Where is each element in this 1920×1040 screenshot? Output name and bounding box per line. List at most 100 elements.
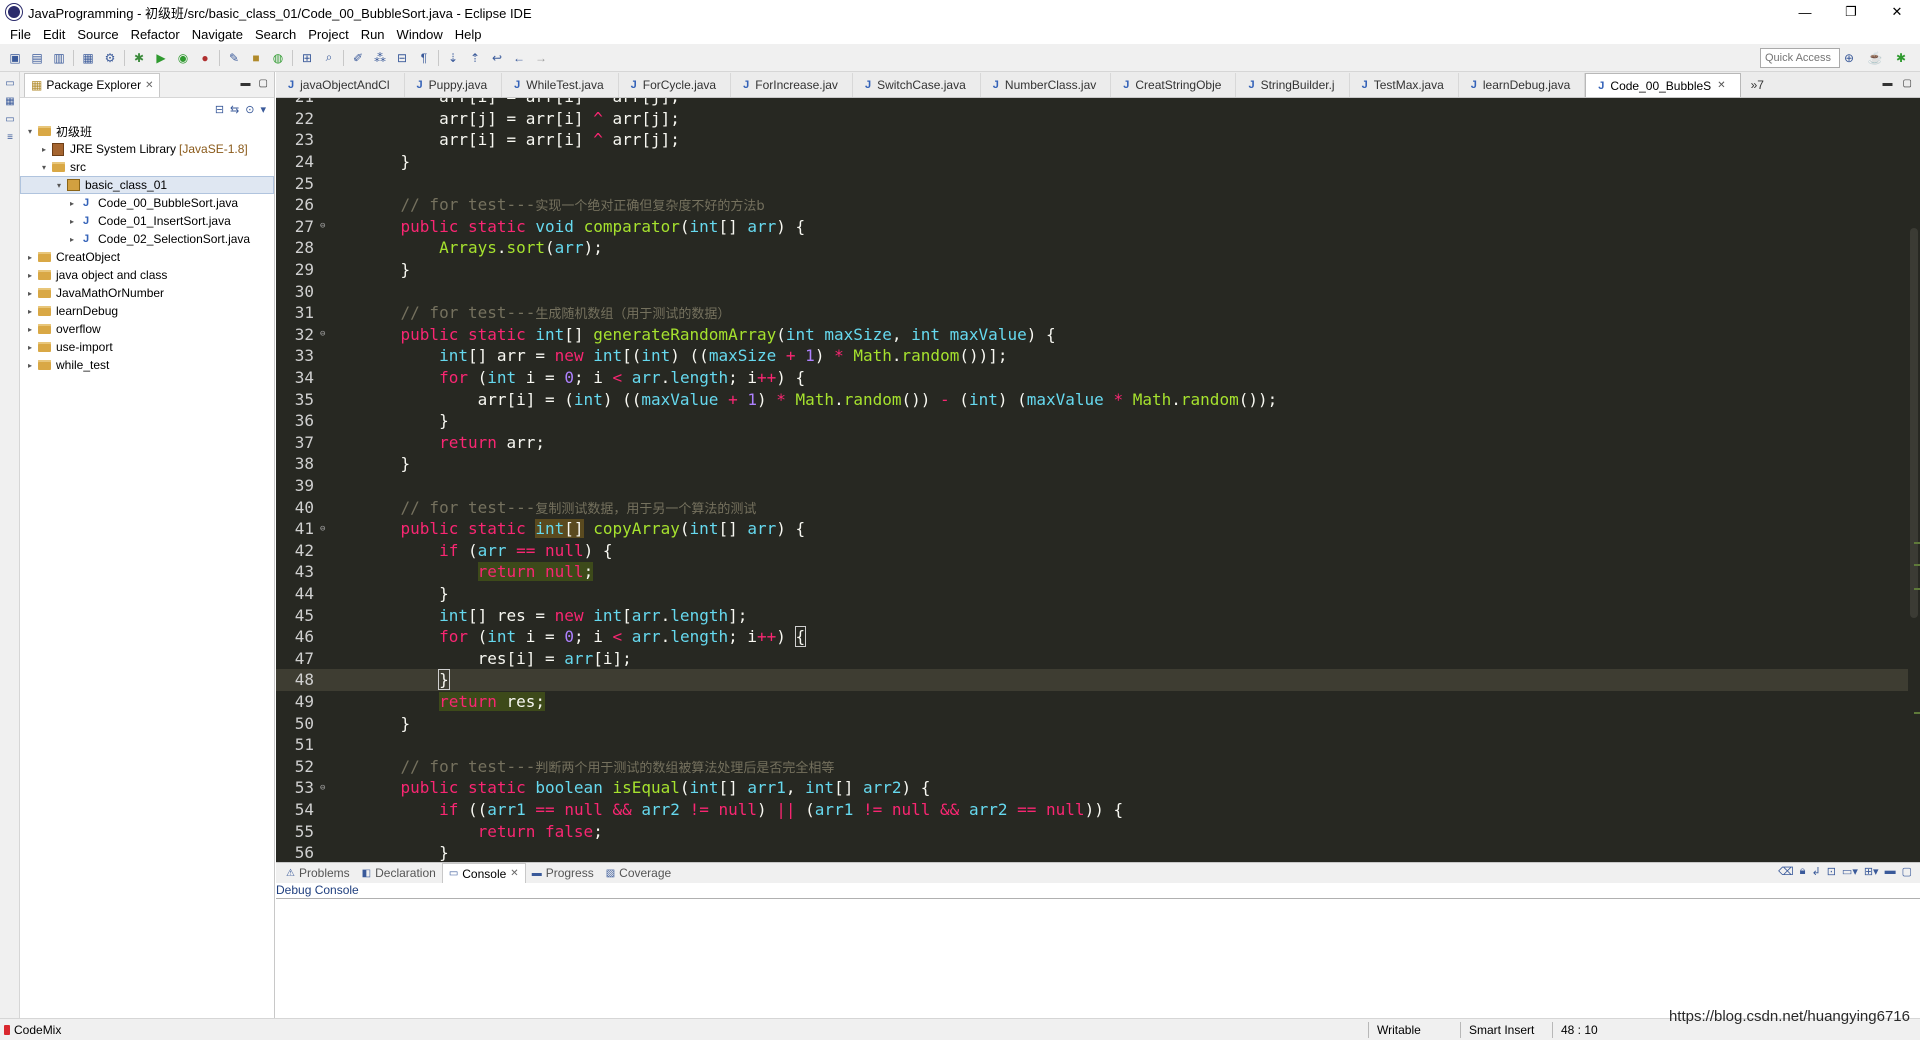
new-java-project-icon[interactable]: ✎ bbox=[223, 48, 245, 68]
package-explorer-tab[interactable]: ▦ Package Explorer ✕ bbox=[24, 72, 161, 97]
link-with-editor-icon[interactable]: ⇆ bbox=[230, 103, 239, 116]
minimize-icon[interactable]: ▬ bbox=[1885, 865, 1896, 878]
code-line[interactable]: 52 // for test---判断两个用于测试的数组被算法处理后是否完全相等 bbox=[276, 756, 1908, 778]
menu-file[interactable]: File bbox=[4, 27, 37, 42]
code-line[interactable]: 30 bbox=[276, 280, 1908, 302]
bottom-tab-declaration[interactable]: ◧ Declaration bbox=[356, 863, 442, 883]
menu-window[interactable]: Window bbox=[391, 27, 449, 42]
tree-item[interactable]: ▸ overflow bbox=[20, 320, 274, 338]
package-explorer-trim-icon[interactable]: ▦ bbox=[3, 96, 17, 108]
console-output[interactable] bbox=[276, 899, 1920, 1017]
toggle-block-selection-icon[interactable]: ⊟ bbox=[391, 48, 413, 68]
minimize-icon[interactable]: ▬ bbox=[1883, 78, 1893, 89]
collapsed-arrow-icon[interactable]: ▸ bbox=[66, 235, 78, 244]
coverage-run-icon[interactable]: ◉ bbox=[172, 48, 194, 68]
code-line[interactable]: 22 arr[j] = arr[i] ^ arr[j]; bbox=[276, 108, 1908, 130]
tree-item[interactable]: ▸ while_test bbox=[20, 356, 274, 374]
code-line[interactable]: 40 // for test---复制测试数据，用于另一个算法的测试 bbox=[276, 496, 1908, 518]
back-icon[interactable]: ← bbox=[508, 48, 530, 68]
code-line[interactable]: 49 return res; bbox=[276, 691, 1908, 713]
code-line[interactable]: 21 arr[i] = arr[i] ^ arr[j]; bbox=[276, 98, 1908, 108]
expanded-arrow-icon[interactable]: ▾ bbox=[53, 181, 65, 190]
run-icon[interactable]: ▶ bbox=[150, 48, 172, 68]
code-line[interactable]: 31 // for test---生成随机数组（用于测试的数据） bbox=[276, 302, 1908, 324]
build-icon[interactable]: ⚙ bbox=[99, 48, 121, 68]
code-line[interactable]: 25 bbox=[276, 172, 1908, 194]
collapsed-arrow-icon[interactable]: ▸ bbox=[24, 253, 36, 262]
code-line[interactable]: 36 } bbox=[276, 410, 1908, 432]
collapsed-arrow-icon[interactable]: ▸ bbox=[24, 361, 36, 370]
maximize-icon[interactable]: ▢ bbox=[259, 78, 268, 89]
collapsed-arrow-icon[interactable]: ▸ bbox=[24, 325, 36, 334]
code-line[interactable]: 33 int[] arr = new int[(int) ((maxSize +… bbox=[276, 345, 1908, 367]
code-line[interactable]: 29 } bbox=[276, 259, 1908, 281]
editor-tab[interactable]: J WhileTest.java bbox=[502, 73, 619, 97]
tree-item[interactable]: ▾ 初级班 bbox=[20, 122, 274, 140]
code-line[interactable]: 42 if (arr == null) { bbox=[276, 540, 1908, 562]
code-line[interactable]: 51 bbox=[276, 734, 1908, 756]
code-line[interactable]: 46 for (int i = 0; i < arr.length; i++) … bbox=[276, 626, 1908, 648]
tree-item[interactable]: ▸ J Code_01_InsertSort.java bbox=[20, 212, 274, 230]
close-icon[interactable]: ✕ bbox=[145, 80, 153, 91]
code-line[interactable]: 44 } bbox=[276, 583, 1908, 605]
word-wrap-icon[interactable]: ↲ bbox=[1811, 865, 1820, 878]
editor-tab[interactable]: J ForCycle.java bbox=[619, 73, 732, 97]
collapsed-arrow-icon[interactable]: ▸ bbox=[38, 145, 50, 154]
editor-tab[interactable]: JlearnDebug.java bbox=[1459, 73, 1586, 97]
editor-tab[interactable]: J SwitchCase.java bbox=[853, 73, 981, 97]
scroll-lock-icon[interactable]: 🔒︎ bbox=[1800, 865, 1806, 878]
expanded-arrow-icon[interactable]: ▾ bbox=[24, 127, 36, 136]
outline-trim-icon[interactable]: ≡ bbox=[3, 132, 17, 144]
editor-tab[interactable]: J ForIncrease.jav bbox=[731, 73, 853, 97]
editor-tab[interactable]: J Code_00_BubbleS ✕ bbox=[1585, 73, 1741, 97]
debug-icon[interactable]: ✱ bbox=[128, 48, 150, 68]
new-package-icon[interactable]: ■ bbox=[245, 48, 267, 68]
tree-item[interactable]: ▸ CreatObject bbox=[20, 248, 274, 266]
tab-overflow-button[interactable]: »7 bbox=[1741, 73, 1774, 97]
tree-item[interactable]: ▾ basic_class_01 bbox=[20, 176, 274, 194]
new-icon[interactable]: ▣ bbox=[4, 48, 26, 68]
code-line[interactable]: 28 Arrays.sort(arr); bbox=[276, 237, 1908, 259]
menu-edit[interactable]: Edit bbox=[37, 27, 71, 42]
editor-tab[interactable]: J StringBuilder.j bbox=[1236, 73, 1350, 97]
new-class-icon[interactable]: ◍ bbox=[267, 48, 289, 68]
tree-item[interactable]: ▸ java object and class bbox=[20, 266, 274, 284]
code-line[interactable]: 26 // for test---实现一个绝对正确但复杂度不好的方法b bbox=[276, 194, 1908, 216]
code-line[interactable]: 55 return false; bbox=[276, 820, 1908, 842]
code-line[interactable]: 39 bbox=[276, 475, 1908, 497]
code-line[interactable]: 48 } bbox=[276, 669, 1908, 691]
maximize-icon[interactable]: ▢ bbox=[1902, 865, 1912, 878]
open-console-icon[interactable]: ⊞▾ bbox=[1864, 865, 1879, 878]
display-console-icon[interactable]: ▭▾ bbox=[1842, 865, 1858, 878]
bottom-tab-console[interactable]: ▭ Console ✕ bbox=[441, 863, 526, 883]
code-line[interactable]: 32 ⊖ public static int[] generateRandomAr… bbox=[276, 324, 1908, 346]
collapsed-arrow-icon[interactable]: ▸ bbox=[24, 343, 36, 352]
code-line[interactable]: 37 return arr; bbox=[276, 432, 1908, 454]
toggle-breadcrumb-icon[interactable]: ⁂ bbox=[369, 48, 391, 68]
scrollbar-thumb[interactable] bbox=[1910, 228, 1918, 618]
view-menu-icon[interactable]: ▾ bbox=[260, 103, 266, 116]
bottom-tab-coverage[interactable]: ▧ Coverage bbox=[600, 863, 677, 883]
restore-icon[interactable]: ▭ bbox=[3, 114, 17, 126]
menu-navigate[interactable]: Navigate bbox=[186, 27, 249, 42]
collapsed-arrow-icon[interactable]: ▸ bbox=[66, 217, 78, 226]
save-icon[interactable]: ▤ bbox=[26, 48, 48, 68]
pin-console-icon[interactable]: ⊡ bbox=[1827, 865, 1836, 878]
vertical-scrollbar[interactable] bbox=[1908, 98, 1920, 862]
debug-perspective-icon[interactable]: ✱ bbox=[1890, 48, 1912, 68]
code-line[interactable]: 50 } bbox=[276, 712, 1908, 734]
code-line[interactable]: 35 arr[i] = (int) ((maxValue + 1) * Math… bbox=[276, 388, 1908, 410]
clear-console-icon[interactable]: ⌫ bbox=[1778, 865, 1794, 878]
fold-toggle-icon[interactable]: ⊖ bbox=[320, 329, 328, 339]
open-type-icon[interactable]: ⊞ bbox=[296, 48, 318, 68]
close-icon[interactable]: ✕ bbox=[510, 868, 518, 879]
next-annotation-icon[interactable]: ⇣ bbox=[442, 48, 464, 68]
menu-help[interactable]: Help bbox=[449, 27, 488, 42]
tree-item[interactable]: ▸ JRE System Library [JavaSE-1.8] bbox=[20, 140, 274, 158]
fold-toggle-icon[interactable]: ⊖ bbox=[320, 221, 328, 231]
tree-item[interactable]: ▸ use-import bbox=[20, 338, 274, 356]
code-line[interactable]: 24 } bbox=[276, 151, 1908, 173]
menu-refactor[interactable]: Refactor bbox=[125, 27, 186, 42]
collapsed-arrow-icon[interactable]: ▸ bbox=[24, 289, 36, 298]
restore-icon[interactable]: ▭ bbox=[3, 78, 17, 90]
